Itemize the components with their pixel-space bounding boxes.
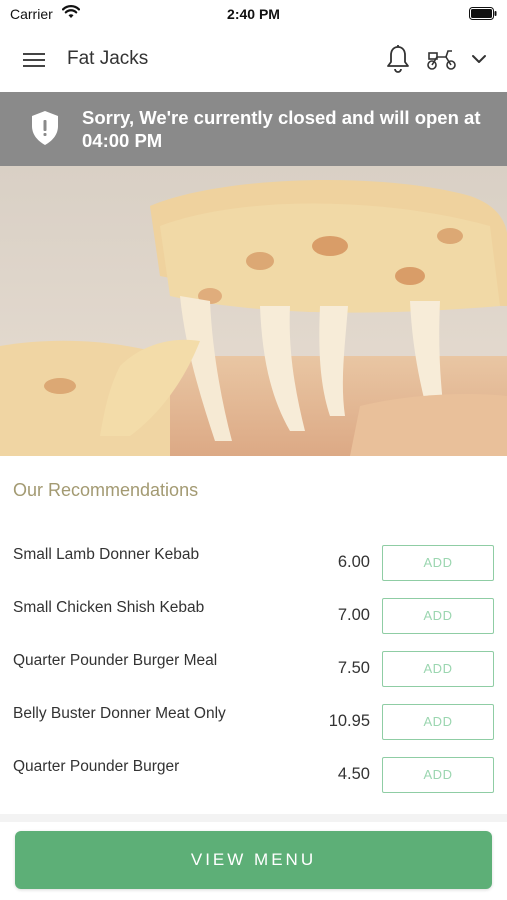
list-item: Quarter Pounder Burger 4.50 ADD <box>0 752 507 805</box>
item-name: Small Chicken Shish Kebab <box>13 599 205 616</box>
footer-divider <box>0 814 507 822</box>
pizza-photo <box>0 166 507 456</box>
item-price: 7.50 <box>337 659 370 677</box>
item-price: 10.95 <box>328 712 370 730</box>
add-button[interactable]: ADD <box>382 704 494 740</box>
shield-alert-icon <box>32 111 58 145</box>
add-button[interactable]: ADD <box>382 757 494 793</box>
item-price: 6.00 <box>337 553 370 571</box>
status-bar: Carrier 2:40 PM <box>0 0 507 28</box>
recommendations-list: Small Lamb Donner Kebab 6.00 ADD Small C… <box>0 540 507 805</box>
closed-banner: Sorry, We're currently closed and will o… <box>0 92 507 166</box>
chevron-down-icon[interactable] <box>470 52 488 66</box>
list-item: Quarter Pounder Burger Meal 7.50 ADD <box>0 646 507 699</box>
clock: 2:40 PM <box>227 6 280 22</box>
page-title: Fat Jacks <box>67 48 149 69</box>
hero-image <box>0 166 507 456</box>
closed-message: Sorry, We're currently closed and will o… <box>82 107 481 151</box>
item-price: 4.50 <box>337 765 370 783</box>
add-button[interactable]: ADD <box>382 598 494 634</box>
app-header: Fat Jacks <box>0 28 507 92</box>
item-price: 7.00 <box>337 606 370 624</box>
item-name: Belly Buster Donner Meat Only <box>13 705 226 722</box>
bell-icon[interactable] <box>385 44 411 74</box>
item-name: Quarter Pounder Burger <box>13 758 180 775</box>
menu-icon[interactable] <box>22 50 46 70</box>
delivery-scooter-icon[interactable] <box>426 47 458 71</box>
add-button[interactable]: ADD <box>382 545 494 581</box>
recommendations-title: Our Recommendations <box>13 480 199 500</box>
list-item: Small Chicken Shish Kebab 7.00 ADD <box>0 593 507 646</box>
item-name: Small Lamb Donner Kebab <box>13 546 200 563</box>
battery-icon <box>469 7 497 20</box>
item-name: Quarter Pounder Burger Meal <box>13 652 218 669</box>
list-item: Small Lamb Donner Kebab 6.00 ADD <box>0 540 507 593</box>
view-menu-button[interactable]: VIEW MENU <box>15 831 492 889</box>
list-item: Belly Buster Donner Meat Only 10.95 ADD <box>0 699 507 752</box>
add-button[interactable]: ADD <box>382 651 494 687</box>
